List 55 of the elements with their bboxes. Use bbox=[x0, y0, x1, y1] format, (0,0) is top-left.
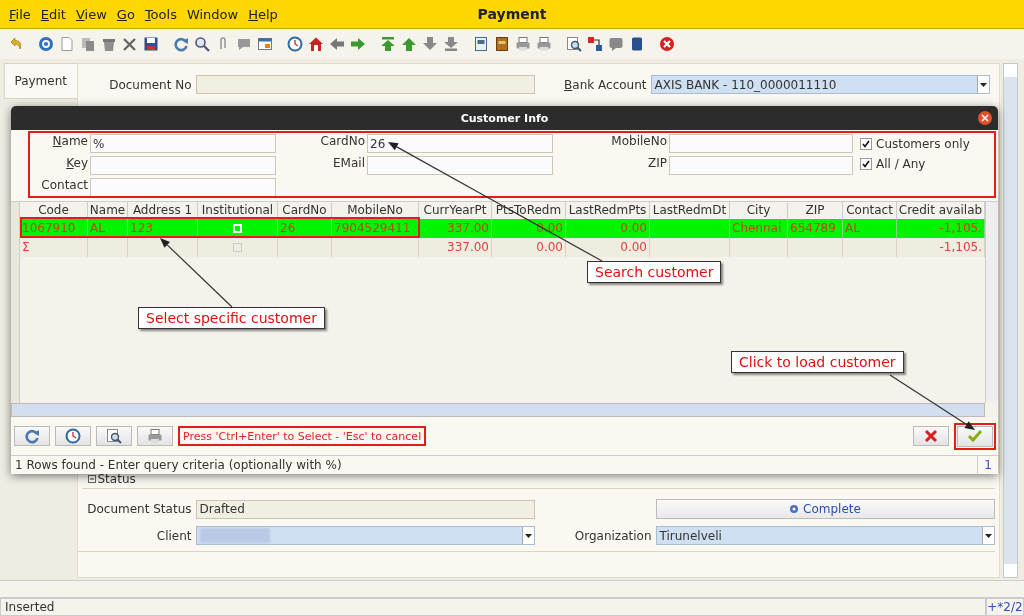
table-cell: 0.00 bbox=[566, 238, 650, 257]
field-label: Name bbox=[51, 134, 88, 150]
hint-text: Press 'Ctrl+Enter' to Select - 'Esc' to cancel bbox=[183, 429, 422, 443]
tab[interactable]: Payment bbox=[4, 63, 77, 99]
menu-item[interactable]: Help bbox=[243, 6, 283, 22]
table-cell: 0.00 bbox=[492, 238, 566, 257]
column-header[interactable]: Credit availab bbox=[897, 202, 985, 219]
field-label: Document Status bbox=[86, 502, 192, 516]
organization-dropdown[interactable]: Tirunelveli bbox=[655, 526, 995, 545]
row-count: 1 bbox=[977, 456, 998, 474]
dialog-status: 1 Rows found - Enter query criteria (optionally with %) bbox=[14, 457, 343, 474]
callout: Click to load customer bbox=[731, 351, 904, 373]
field-label: ZIP bbox=[647, 156, 667, 172]
menu-item[interactable]: File bbox=[4, 6, 36, 22]
field-label: Contact bbox=[40, 178, 88, 194]
table-row[interactable]: Σ 337.00 0.00 0.00 -1,105. bbox=[20, 238, 985, 257]
field-label: MobileNo bbox=[610, 134, 667, 150]
menu-item[interactable]: Tools bbox=[139, 6, 182, 22]
window-title: Payment bbox=[477, 6, 547, 22]
table-cell: Σ bbox=[20, 238, 88, 257]
menu-item[interactable]: View bbox=[70, 6, 112, 22]
table-cell: -1,105. bbox=[897, 238, 985, 257]
field-label: EMail bbox=[332, 156, 365, 172]
column-header[interactable]: Contact bbox=[843, 202, 897, 219]
table-cell: 337.00 bbox=[419, 238, 492, 257]
field-label: Document No bbox=[108, 77, 192, 92]
field-label: Organization bbox=[573, 528, 652, 543]
column-header[interactable]: LastRedmPts bbox=[566, 202, 650, 219]
field-label: CardNo bbox=[319, 134, 365, 150]
table-cell: 337.00 bbox=[419, 219, 492, 238]
record-indicator: +*2/2 bbox=[986, 598, 1024, 616]
filter-field[interactable]: 26 bbox=[367, 134, 553, 153]
field-label: Client bbox=[155, 528, 192, 543]
menu-item[interactable]: Window bbox=[181, 6, 244, 22]
bank-account-dropdown[interactable]: AXIS BANK - 110_0000011110 bbox=[650, 75, 990, 94]
section-title: Status bbox=[97, 472, 136, 486]
filter-field[interactable]: % bbox=[90, 134, 276, 153]
table-cell: 0.00 bbox=[566, 219, 650, 238]
field-label: Bank Account bbox=[563, 77, 647, 92]
menu-item[interactable]: Go bbox=[111, 6, 140, 22]
document-status-field: Drafted bbox=[195, 499, 535, 519]
option-label: All / Any bbox=[876, 157, 926, 171]
table-cell: AL bbox=[843, 219, 897, 238]
complete-button[interactable]: Complete bbox=[655, 499, 995, 519]
column-header[interactable]: LastRedmDt bbox=[650, 202, 730, 219]
table-cell: -1,105. bbox=[897, 219, 985, 238]
callout: Search customer bbox=[587, 261, 722, 283]
field-label: Key bbox=[65, 156, 88, 172]
callout: Select specific customer bbox=[138, 307, 325, 329]
table-cell: Chennai bbox=[730, 219, 788, 238]
menu-item[interactable]: Edit bbox=[35, 6, 71, 22]
table-cell: 654789 bbox=[788, 219, 843, 238]
option-label: Customers only bbox=[876, 137, 970, 151]
status-message: Inserted bbox=[0, 598, 986, 616]
dialog-title: Customer Info bbox=[460, 111, 549, 125]
